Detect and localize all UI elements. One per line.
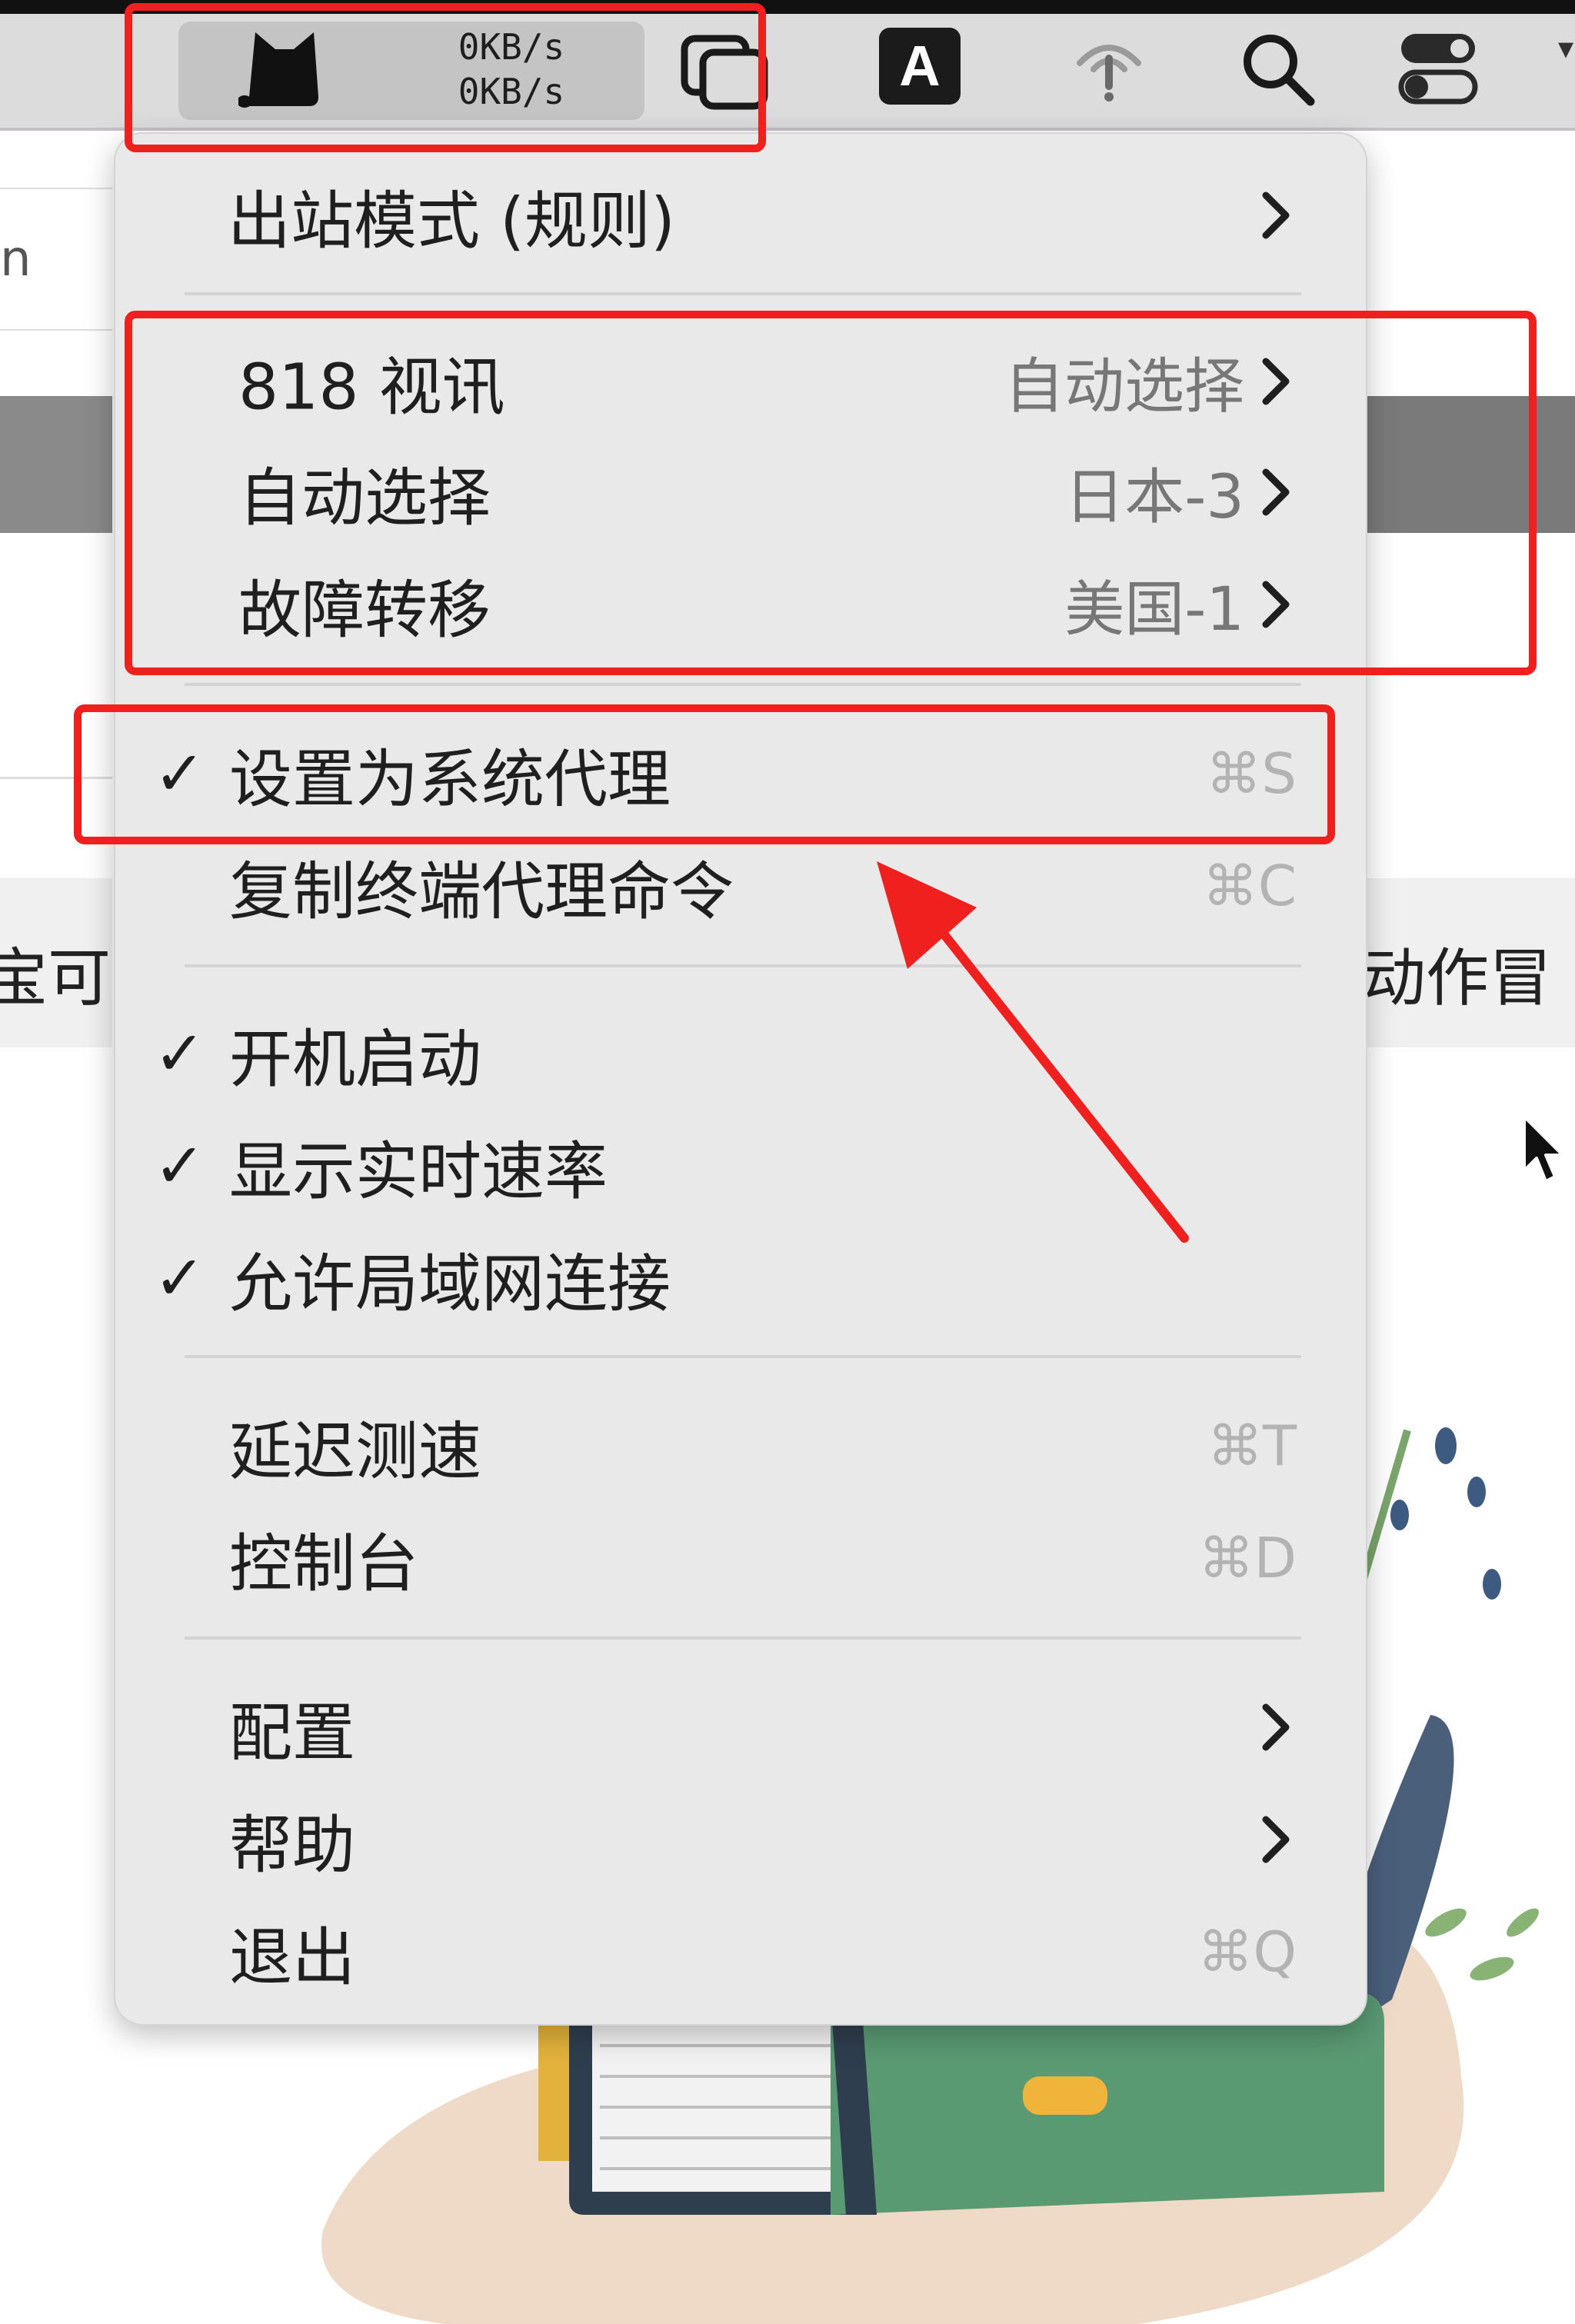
menu-item-quit[interactable]: 退出 ⌘Q [114, 1898, 1367, 2006]
menu-separator [185, 1355, 1301, 1358]
background-input-text: n [0, 231, 32, 288]
menu-item-label: 控制台 [229, 1527, 419, 1601]
menu-item-label: 帮助 [229, 1809, 356, 1883]
menu-separator [185, 1636, 1301, 1640]
checkmark-icon: ✓ [154, 1017, 206, 1090]
mouse-cursor-icon [1523, 1115, 1564, 1183]
antenna-icon[interactable] [1064, 32, 1154, 102]
chevron-right-icon [1262, 1816, 1290, 1863]
menu-item-label: 延迟测速 [229, 1415, 482, 1489]
checkmark-icon: ✓ [154, 1242, 206, 1314]
menu-item-outbound-mode[interactable]: 出站模式 (规则) [114, 161, 1367, 269]
menu-item-label: 开机启动 [229, 1023, 482, 1097]
menu-separator [185, 292, 1301, 295]
keyboard-shortcut: ⌘T [1207, 1413, 1297, 1478]
menu-separator [185, 683, 1301, 686]
background-category-text-left: 宝可 [0, 942, 112, 1015]
menu-item-label: 退出 [229, 1921, 356, 1995]
search-icon[interactable] [1240, 31, 1317, 108]
checkmark-icon: ✓ [154, 1130, 206, 1202]
annotation-highlight-status-item [125, 3, 766, 152]
input-method-icon[interactable]: A [879, 28, 961, 105]
keyboard-shortcut: ⌘Q [1197, 1919, 1297, 1984]
chevron-right-icon [1262, 191, 1290, 239]
control-center-icon[interactable] [1398, 29, 1478, 106]
menu-item-label: 配置 [229, 1696, 356, 1770]
menu-item-label: 显示实时速率 [229, 1135, 608, 1209]
keyboard-shortcut: ⌘D [1198, 1526, 1297, 1590]
menu-item-console[interactable]: 控制台 ⌘D [114, 1504, 1367, 1612]
overflow-status-icon[interactable]: ▾ [1558, 31, 1575, 66]
menu-item-label: 允许局域网连接 [229, 1247, 671, 1321]
menu-item-label: 出站模式 (规则) [228, 185, 676, 258]
annotation-highlight-system-proxy [74, 704, 1335, 844]
annotation-highlight-proxy-groups [125, 311, 1537, 675]
annotation-arrow [877, 861, 1189, 1243]
background-banner-left [0, 396, 112, 533]
menu-item-label: 复制终端代理命令 [229, 855, 734, 929]
menu-item-help[interactable]: 帮助 [114, 1786, 1367, 1893]
chevron-right-icon [1262, 1703, 1290, 1751]
keyboard-shortcut: ⌘C [1202, 854, 1297, 918]
menu-item-config[interactable]: 配置 [114, 1673, 1367, 1781]
menu-item-latency-test[interactable]: 延迟测速 ⌘T [114, 1392, 1367, 1500]
background-category-text-right: 动作冒 [1363, 942, 1553, 1015]
